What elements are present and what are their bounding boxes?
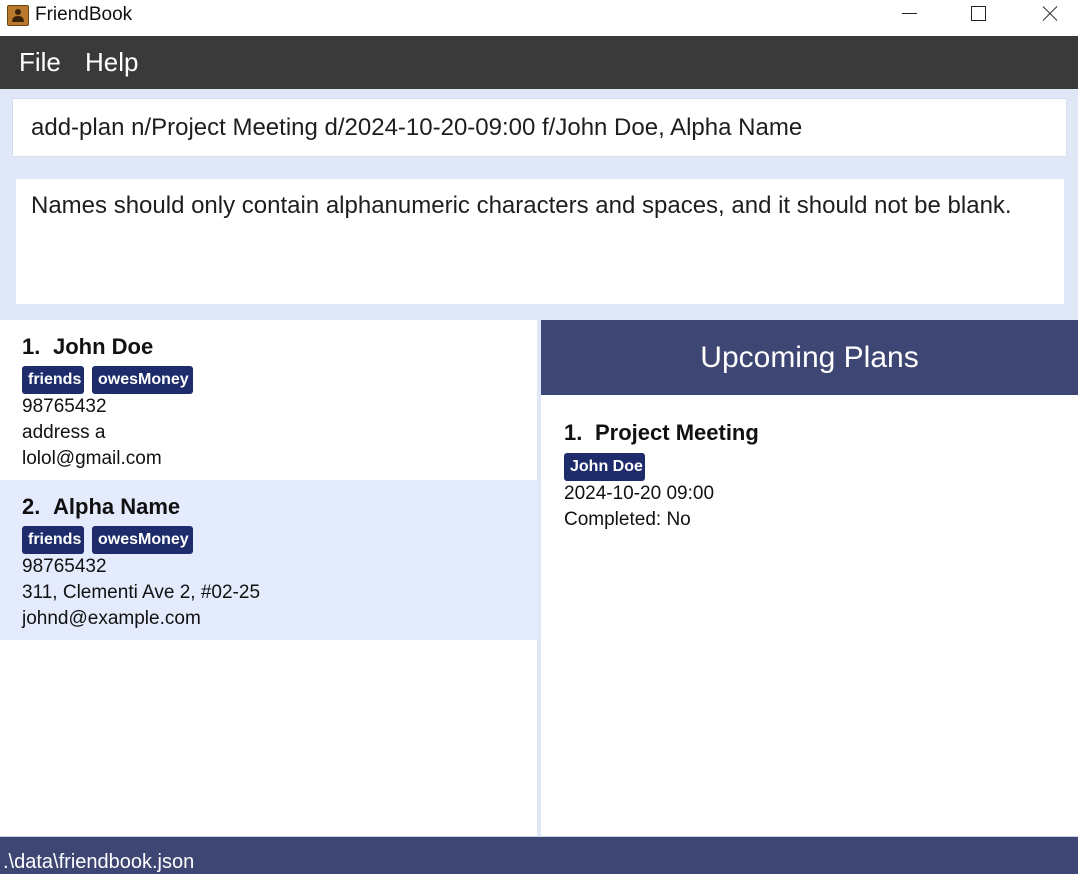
person-address: address a <box>22 422 106 443</box>
plan-datetime: 2024-10-20 09:00 <box>564 483 715 504</box>
plan-index: 1. <box>564 420 583 445</box>
plans-header: Upcoming Plans <box>541 320 1078 395</box>
minimize-icon <box>902 13 917 14</box>
plan-friends: John Doe <box>564 453 653 481</box>
person-index: 1. <box>22 334 41 359</box>
person-tags: friends owesMoney <box>22 526 201 554</box>
person-email: lolol@gmail.com <box>22 448 162 469</box>
close-button[interactable] <box>1013 0 1078 30</box>
plan-status: Completed: No <box>564 509 691 530</box>
status-bar: .\data\friendbook.json <box>0 836 1078 874</box>
menu-help[interactable]: Help <box>85 47 138 77</box>
menu-file[interactable]: File <box>19 47 61 77</box>
plan-name: Project Meeting <box>595 420 759 445</box>
tag-badge: owesMoney <box>92 366 193 394</box>
person-list[interactable]: 1. John Doe friends owesMoney 98765432 add… <box>0 320 537 836</box>
person-phone: 98765432 <box>22 556 107 577</box>
maximize-icon <box>971 6 986 21</box>
command-input-text: add-plan n/Project Meeting d/2024-10-20-… <box>31 114 803 141</box>
tag-badge: friends <box>22 366 84 394</box>
plan-card[interactable]: 1. Project Meeting John Doe 2024-10-20 09… <box>541 395 1078 555</box>
plans-heading: Upcoming Plans <box>700 341 919 374</box>
result-message: Names should only contain alphanumeric c… <box>31 192 1012 219</box>
person-name: Alpha Name <box>53 494 181 519</box>
plans-panel: Upcoming Plans 1. Project Meeting John Do… <box>541 320 1078 836</box>
save-file-path: .\data\friendbook.json <box>3 851 195 873</box>
person-tags: friends owesMoney <box>22 366 201 394</box>
person-title: 2. Alpha Name <box>22 494 180 520</box>
command-area: add-plan n/Project Meeting d/2024-10-20-… <box>0 89 1078 320</box>
person-name: John Doe <box>53 334 154 359</box>
command-input[interactable]: add-plan n/Project Meeting d/2024-10-20-… <box>12 98 1067 157</box>
plan-title: 1. Project Meeting <box>564 420 759 446</box>
result-display[interactable]: Names should only contain alphanumeric c… <box>16 179 1064 304</box>
person-title: 1. John Doe <box>22 334 153 360</box>
title-bar: FriendBook <box>0 0 1078 36</box>
window-title: FriendBook <box>35 4 133 25</box>
address-book-icon <box>7 5 29 26</box>
tag-badge: owesMoney <box>92 526 193 554</box>
person-email: johnd@example.com <box>22 608 201 629</box>
person-card[interactable]: 1. John Doe friends owesMoney 98765432 add… <box>0 320 537 480</box>
person-address: 311, Clementi Ave 2, #02-25 <box>22 582 261 603</box>
maximize-button[interactable] <box>943 0 1013 30</box>
person-phone: 98765432 <box>22 396 107 417</box>
menu-bar: File Help <box>0 36 1078 89</box>
tag-badge: friends <box>22 526 84 554</box>
person-index: 2. <box>22 494 41 519</box>
person-card[interactable]: 2. Alpha Name friends owesMoney 98765432 3… <box>0 480 537 640</box>
friend-badge: John Doe <box>564 453 645 481</box>
minimize-button[interactable] <box>873 0 943 30</box>
